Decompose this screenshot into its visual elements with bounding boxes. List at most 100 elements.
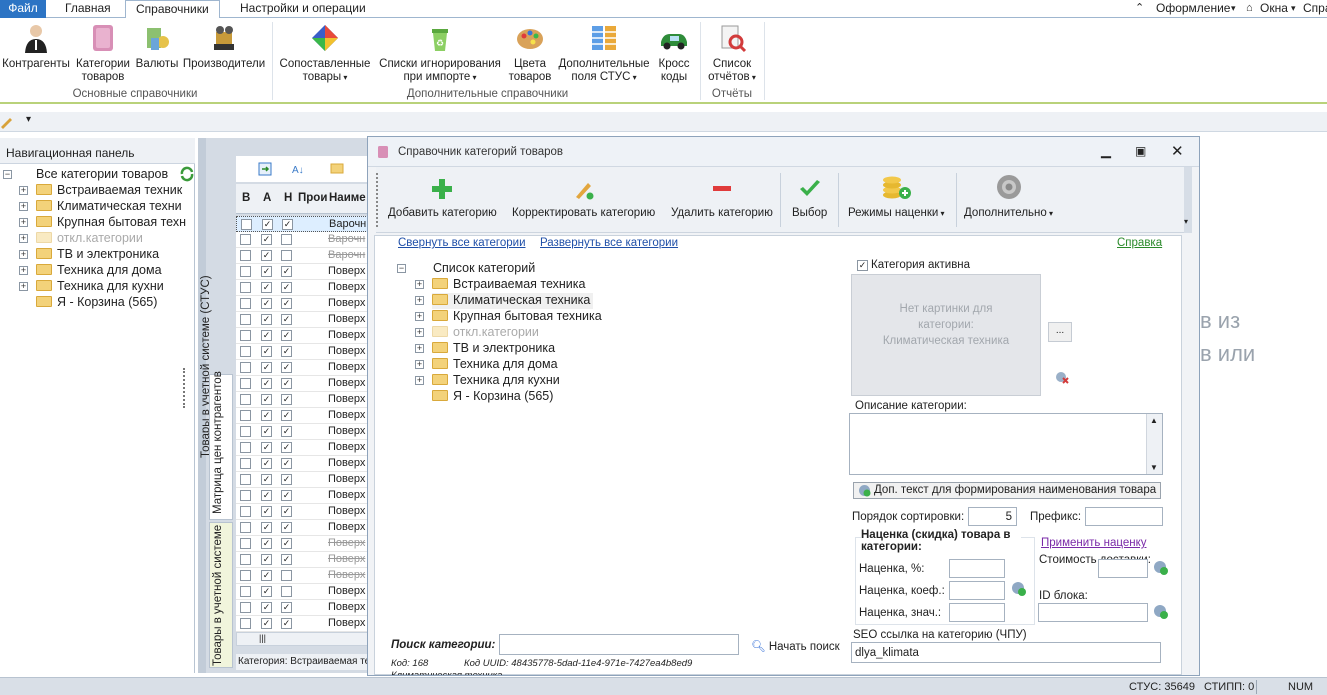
folder-icon[interactable] bbox=[330, 160, 344, 174]
search-input[interactable] bbox=[499, 634, 739, 655]
expand-icon[interactable]: + bbox=[415, 328, 424, 337]
expand-icon[interactable]: + bbox=[415, 280, 424, 289]
table-row[interactable]: ✓ ✓ Поверх bbox=[236, 456, 368, 472]
expand-icon[interactable]: + bbox=[19, 218, 28, 227]
nav-item[interactable]: Крупная бытовая техн bbox=[36, 215, 186, 231]
markup-val-input[interactable] bbox=[949, 603, 1005, 622]
row-checkbox-n[interactable]: ✓ bbox=[281, 314, 292, 325]
expand-icon[interactable]: + bbox=[415, 344, 424, 353]
table-row[interactable]: ✓ ✓ Поверх bbox=[236, 264, 368, 280]
row-checkbox-n[interactable]: ✓ bbox=[281, 410, 292, 421]
row-checkbox-a[interactable]: ✓ bbox=[261, 554, 272, 565]
sort-order-input[interactable]: 5 bbox=[968, 507, 1017, 526]
pen-icon[interactable] bbox=[0, 115, 14, 129]
row-checkbox-a[interactable]: ✓ bbox=[262, 219, 273, 230]
category-active-checkbox[interactable]: ✓ bbox=[857, 260, 868, 271]
row-checkbox-v[interactable] bbox=[240, 298, 251, 309]
nav-root[interactable]: Все категории товаров bbox=[36, 167, 168, 183]
row-checkbox-v[interactable] bbox=[240, 538, 251, 549]
row-checkbox-v[interactable] bbox=[240, 586, 251, 597]
markup-coef-input[interactable] bbox=[949, 581, 1005, 600]
col-header[interactable]: Наиме bbox=[329, 192, 366, 204]
toolbar-overflow[interactable]: ▾ bbox=[1184, 167, 1192, 233]
table-row[interactable]: ✓ ✓ Поверх bbox=[236, 328, 368, 344]
row-checkbox-n[interactable] bbox=[281, 586, 292, 597]
prefix-input[interactable] bbox=[1085, 507, 1163, 526]
row-checkbox-a[interactable]: ✓ bbox=[261, 458, 272, 469]
row-checkbox-a[interactable]: ✓ bbox=[261, 410, 272, 421]
table-row[interactable]: ✓ Поверх bbox=[236, 568, 368, 584]
collapse-icon[interactable]: − bbox=[3, 170, 12, 179]
minimize-icon[interactable]: ▁ bbox=[1101, 143, 1111, 159]
row-checkbox-a[interactable]: ✓ bbox=[261, 426, 272, 437]
row-checkbox-a[interactable]: ✓ bbox=[261, 506, 272, 517]
add-category-button[interactable]: Добавить категорию bbox=[388, 177, 497, 219]
nav-item[interactable]: Техника для кухни bbox=[36, 279, 164, 295]
row-checkbox-n[interactable]: ✓ bbox=[281, 346, 292, 357]
table-row[interactable]: ✓ ✓ Поверх bbox=[236, 296, 368, 312]
collapse-all-link[interactable]: Свернуть все категории bbox=[398, 237, 526, 249]
row-checkbox-n[interactable]: ✓ bbox=[281, 394, 292, 405]
splitter-handle[interactable] bbox=[183, 368, 187, 408]
row-checkbox-v[interactable] bbox=[240, 426, 251, 437]
expand-icon[interactable]: + bbox=[415, 360, 424, 369]
calc-gear-icon[interactable] bbox=[1153, 560, 1169, 576]
reports-list-button[interactable]: Список отчётов ▾ bbox=[703, 22, 761, 84]
row-checkbox-n[interactable] bbox=[281, 250, 292, 261]
row-checkbox-v[interactable] bbox=[240, 442, 251, 453]
row-checkbox-a[interactable]: ✓ bbox=[261, 522, 272, 533]
table-row[interactable]: ✓ ✓ Поверх bbox=[236, 376, 368, 392]
row-checkbox-a[interactable]: ✓ bbox=[261, 602, 272, 613]
extra-text-button[interactable]: Доп. текст для формирования наименования… bbox=[853, 482, 1161, 499]
delete-image-icon[interactable] bbox=[1055, 370, 1069, 384]
row-checkbox-v[interactable] bbox=[240, 490, 251, 501]
expand-icon[interactable]: + bbox=[19, 234, 28, 243]
tab-home[interactable]: Главная bbox=[55, 0, 121, 18]
row-checkbox-n[interactable]: ✓ bbox=[281, 522, 292, 533]
contractors-button[interactable]: Контрагенты bbox=[2, 22, 70, 71]
cross-codes-button[interactable]: Кросс коды bbox=[653, 22, 695, 84]
nav-item[interactable]: Встраиваемая техник bbox=[36, 183, 182, 199]
collapse-icon[interactable]: − bbox=[397, 264, 406, 273]
row-checkbox-v[interactable] bbox=[240, 282, 251, 293]
col-header[interactable]: В bbox=[242, 192, 250, 204]
nav-item[interactable]: Я - Корзина (565) bbox=[36, 295, 157, 311]
table-row[interactable]: ✓ ✓ Поверх bbox=[236, 472, 368, 488]
row-checkbox-n[interactable]: ✓ bbox=[281, 298, 292, 309]
row-checkbox-v[interactable] bbox=[240, 346, 251, 357]
row-checkbox-n[interactable]: ✓ bbox=[281, 426, 292, 437]
category-image-placeholder[interactable]: Нет картинки для категории: Климатическа… bbox=[851, 274, 1041, 396]
table-row[interactable]: ✓ ✓ Поверх bbox=[236, 440, 368, 456]
expand-icon[interactable]: + bbox=[19, 282, 28, 291]
select-button[interactable]: Выбор bbox=[792, 177, 827, 219]
row-checkbox-v[interactable] bbox=[240, 362, 251, 373]
row-checkbox-a[interactable]: ✓ bbox=[261, 298, 272, 309]
manufacturers-button[interactable]: Производители bbox=[181, 22, 267, 71]
sort-icon[interactable]: A↓ bbox=[292, 162, 306, 176]
expand-icon[interactable]: + bbox=[415, 376, 424, 385]
table-row[interactable]: ✓ Варочн bbox=[236, 232, 368, 248]
expand-icon[interactable]: + bbox=[415, 296, 424, 305]
maximize-icon[interactable]: ▣ bbox=[1135, 144, 1146, 158]
colors-button[interactable]: Цвета товаров bbox=[506, 22, 554, 84]
row-checkbox-a[interactable]: ✓ bbox=[261, 378, 272, 389]
expand-icon[interactable]: + bbox=[19, 202, 28, 211]
col-header[interactable]: Н bbox=[284, 192, 292, 204]
row-checkbox-v[interactable] bbox=[240, 266, 251, 277]
row-checkbox-n[interactable]: ✓ bbox=[281, 362, 292, 373]
row-checkbox-a[interactable]: ✓ bbox=[261, 586, 272, 597]
tree-root[interactable]: Список категорий bbox=[433, 261, 535, 277]
expand-icon[interactable]: + bbox=[19, 186, 28, 195]
table-row[interactable]: ✓ ✓ Поверх bbox=[236, 392, 368, 408]
tab-references[interactable]: Справочники bbox=[125, 0, 220, 19]
table-row[interactable]: ✓ ✓ Поверх bbox=[236, 504, 368, 520]
table-row[interactable]: ✓ ✓ Поверх bbox=[236, 424, 368, 440]
delete-category-button[interactable]: Удалить категорию bbox=[671, 177, 773, 219]
table-row[interactable]: ✓ ✓ Поверх bbox=[236, 280, 368, 296]
start-search-button[interactable]: 🔍︎ Начать поиск bbox=[751, 639, 840, 653]
categories-button[interactable]: Категории товаров bbox=[73, 22, 133, 84]
tree-item-selected[interactable]: Климатическая техника bbox=[432, 293, 594, 309]
extra-fields-button[interactable]: Дополнительные поля СТУС ▾ bbox=[556, 22, 652, 84]
table-row[interactable]: ✓ ✓ Поверх bbox=[236, 360, 368, 376]
expand-icon[interactable]: + bbox=[19, 250, 28, 259]
